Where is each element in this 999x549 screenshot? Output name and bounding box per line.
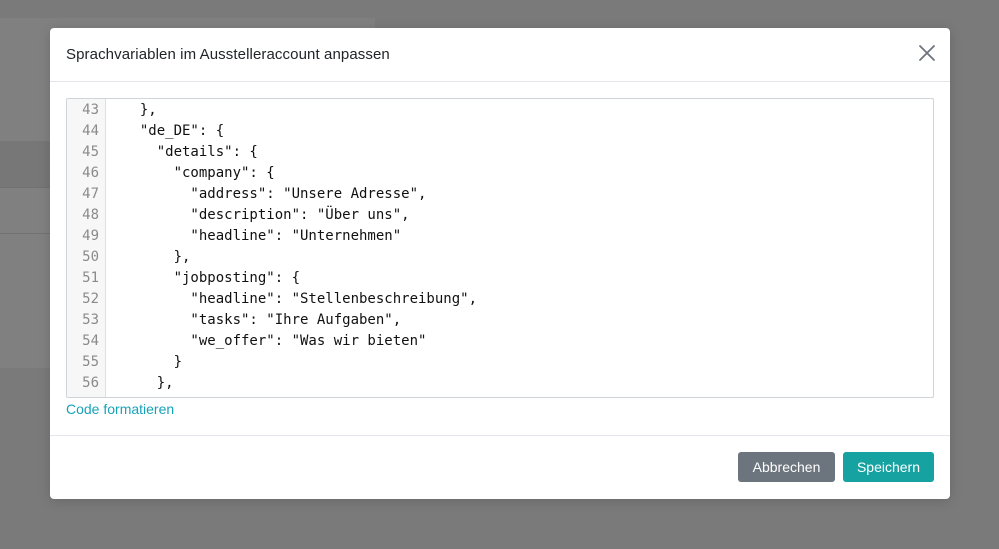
cancel-button[interactable]: Abbrechen [738,452,835,482]
code-line[interactable]: "we_offer": "Was wir bieten" [123,331,477,352]
line-number: 53 [82,312,99,328]
code-content[interactable]: }, "de_DE": { "details": { "company": { … [123,100,477,394]
code-editor[interactable]: 43 44 45 46 47 48 49 50 51 52 53 54 55 56 }, "de_DE":… [66,98,934,398]
line-number: 46 [82,165,99,181]
modal-header: Sprachvariablen im Ausstelleraccount anp… [50,28,950,82]
code-line[interactable]: "jobposting": { [123,268,477,289]
code-line[interactable]: "company": { [123,163,477,184]
close-button[interactable] [918,44,936,62]
code-line[interactable]: "details": { [123,142,477,163]
line-number: 50 [82,249,99,265]
code-line[interactable]: "description": "Über uns", [123,205,477,226]
language-variables-modal: Sprachvariablen im Ausstelleraccount anp… [50,28,950,499]
line-number: 45 [82,144,99,160]
save-button[interactable]: Speichern [843,452,934,482]
code-line[interactable]: } [123,352,477,373]
line-number: 55 [82,354,99,370]
code-line[interactable]: "de_DE": { [123,121,477,142]
line-number: 47 [82,186,99,202]
line-number: 51 [82,270,99,286]
line-number: 49 [82,228,99,244]
line-number: 44 [82,123,99,139]
close-icon [919,45,935,61]
code-line[interactable]: }, [123,373,477,394]
code-line[interactable]: "address": "Unsere Adresse", [123,184,477,205]
code-line[interactable]: "headline": "Unternehmen" [123,226,477,247]
code-line[interactable]: }, [123,247,477,268]
line-number: 54 [82,333,99,349]
line-numbers: 43 44 45 46 47 48 49 50 51 52 53 54 55 56 [67,100,99,394]
code-line[interactable]: "tasks": "Ihre Aufgaben", [123,310,477,331]
line-number: 52 [82,291,99,307]
modal-footer: Abbrechen Speichern [50,435,950,500]
code-line[interactable]: }, [123,100,477,121]
line-number: 56 [82,375,99,391]
code-line[interactable]: "headline": "Stellenbeschreibung", [123,289,477,310]
line-number-gutter: 43 44 45 46 47 48 49 50 51 52 53 54 55 56 [67,99,106,397]
format-code-link[interactable]: Code formatieren [66,401,174,417]
line-number: 43 [82,102,99,118]
modal-title: Sprachvariablen im Ausstelleraccount anp… [66,46,390,63]
line-number: 48 [82,207,99,223]
